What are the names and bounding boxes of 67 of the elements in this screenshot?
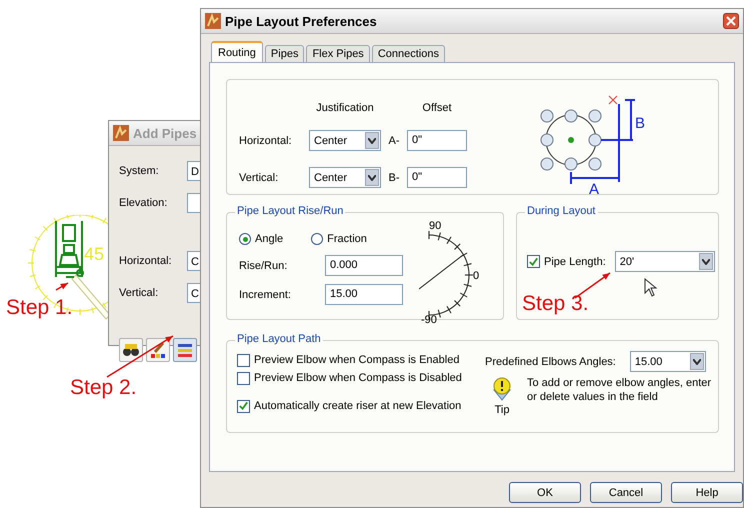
field-label: Elevation: (119, 197, 168, 209)
gauge-label: -90 (421, 314, 437, 325)
dialog-button[interactable]: Help (671, 482, 743, 503)
field-label: B- (388, 172, 400, 184)
radio-button[interactable] (239, 233, 251, 245)
field-label: System: (119, 165, 160, 177)
field-label: Predefined Elbows Angles: (485, 356, 616, 368)
checkbox[interactable] (237, 400, 250, 412)
close-button[interactable] (723, 13, 739, 29)
checkbox-label: Automatically create riser at new Elevation (254, 400, 462, 412)
angle-label: 45 (84, 244, 104, 265)
field-label: Increment: (239, 288, 292, 300)
column-header: Justification (315, 102, 375, 114)
dialog-button[interactable]: OK (509, 482, 581, 503)
field-label: A- (388, 134, 400, 146)
group-title: Pipe Layout Rise/Run (235, 205, 346, 217)
field-label: Rise/Run: (239, 260, 288, 272)
dropdown[interactable]: 20' (614, 251, 715, 272)
gauge-label: 90 (429, 220, 442, 232)
group-title: Pipe Layout Path (235, 333, 323, 345)
brush-icon (149, 341, 167, 359)
tip-label: Tip (494, 404, 510, 416)
field-label: Horizontal: (239, 134, 293, 146)
input-field[interactable]: 0" (407, 130, 467, 151)
toolbar-button[interactable] (119, 338, 143, 362)
checkbox[interactable] (237, 354, 250, 366)
toolbar-button[interactable] (173, 338, 197, 362)
dropdown[interactable]: Center (309, 130, 381, 151)
step-annotation: Step 3. (522, 292, 589, 316)
field-label: Vertical: (119, 287, 160, 299)
dropdown[interactable]: 15.00 (630, 351, 706, 372)
dimension-label: B (635, 115, 645, 132)
input-field[interactable]: 15.00 (325, 284, 403, 305)
field-label: Horizontal: (119, 255, 173, 267)
column-header: Offset (421, 102, 453, 114)
tab[interactable]: Connections (372, 45, 445, 62)
radio-button[interactable] (311, 233, 324, 245)
step-annotation: Step 2. (70, 376, 137, 400)
checkbox-label: Preview Elbow when Compass is Disabled (254, 372, 462, 384)
input-field[interactable]: 0" (407, 167, 467, 188)
option-label: Angle (255, 233, 284, 245)
window-title: Add Pipes (133, 126, 197, 140)
cursor-icon (644, 278, 658, 298)
toolbar-button[interactable] (146, 338, 170, 362)
tab[interactable]: Flex Pipes (306, 45, 370, 62)
input-field[interactable]: 0.000 (325, 255, 403, 276)
dropdown[interactable]: Center (309, 167, 381, 188)
checkbox[interactable] (527, 255, 540, 268)
field-label: Vertical: (239, 172, 280, 184)
tip-text: To add or remove elbow angles, enter or delete values in the field (527, 376, 712, 405)
dialog-button[interactable]: Cancel (590, 482, 662, 503)
option-label: Fraction (327, 233, 367, 245)
checkbox[interactable] (237, 372, 250, 384)
app-icon (113, 125, 129, 141)
binoculars-icon (122, 341, 140, 359)
preferences-icon (176, 341, 194, 359)
checkbox-label: Preview Elbow when Compass is Enabled (254, 354, 460, 366)
gauge-label: 0 (473, 270, 480, 282)
tab[interactable]: Pipes (264, 45, 304, 62)
lightbulb-icon (491, 376, 513, 402)
group-title: During Layout (525, 205, 598, 217)
close-icon (726, 16, 736, 26)
app-icon (205, 13, 221, 29)
tab[interactable]: Routing (211, 41, 263, 62)
dimension-label: A (589, 181, 600, 194)
checkbox-label: Pipe Length: (544, 256, 606, 268)
window-title: Pipe Layout Preferences (225, 14, 377, 28)
